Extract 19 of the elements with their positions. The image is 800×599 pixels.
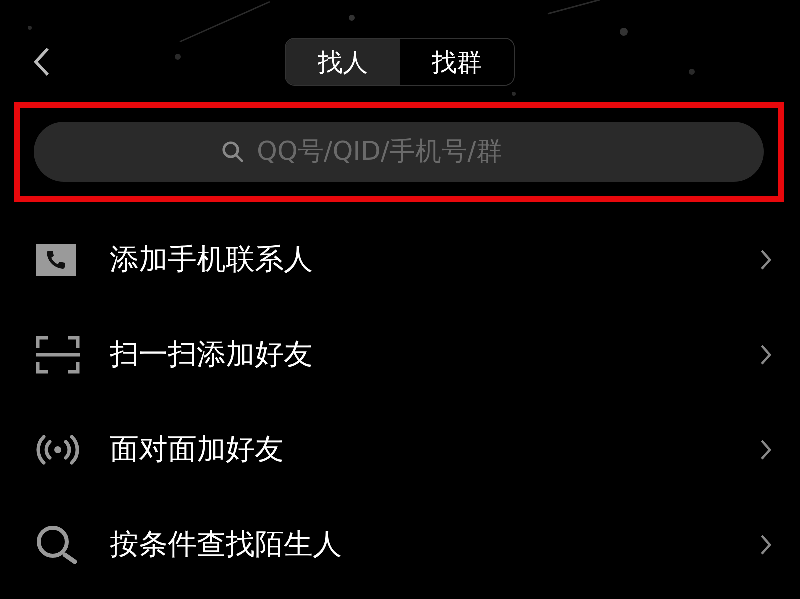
tab[interactable]: 找人 (286, 39, 400, 85)
chevron-icon (760, 344, 772, 366)
search-field[interactable]: QQ号/QID/手机号/群 (257, 137, 577, 167)
menu-item[interactable]: 面对面加好友 (0, 402, 800, 497)
chevron-icon (760, 438, 772, 460)
menu-item[interactable]: 添加手机联系人 (0, 212, 800, 307)
menu-label: 面对面加好友 (110, 430, 285, 468)
search-icon (221, 140, 245, 164)
menu-item[interactable]: 按条件查找陌生人 (0, 497, 800, 592)
scan-icon (36, 336, 80, 374)
phone-icon (36, 244, 76, 276)
menu-label: 添加手机联系人 (110, 240, 314, 278)
signal-icon (36, 434, 80, 464)
search-icon (36, 524, 80, 564)
menu-item[interactable]: 扫一扫添加好友 (0, 307, 800, 402)
chevron-icon (760, 534, 772, 556)
chevron-icon (760, 248, 772, 270)
menu-label: 按条件查找陌生人 (110, 526, 343, 562)
menu-label: 扫一扫添加好友 (110, 336, 314, 372)
